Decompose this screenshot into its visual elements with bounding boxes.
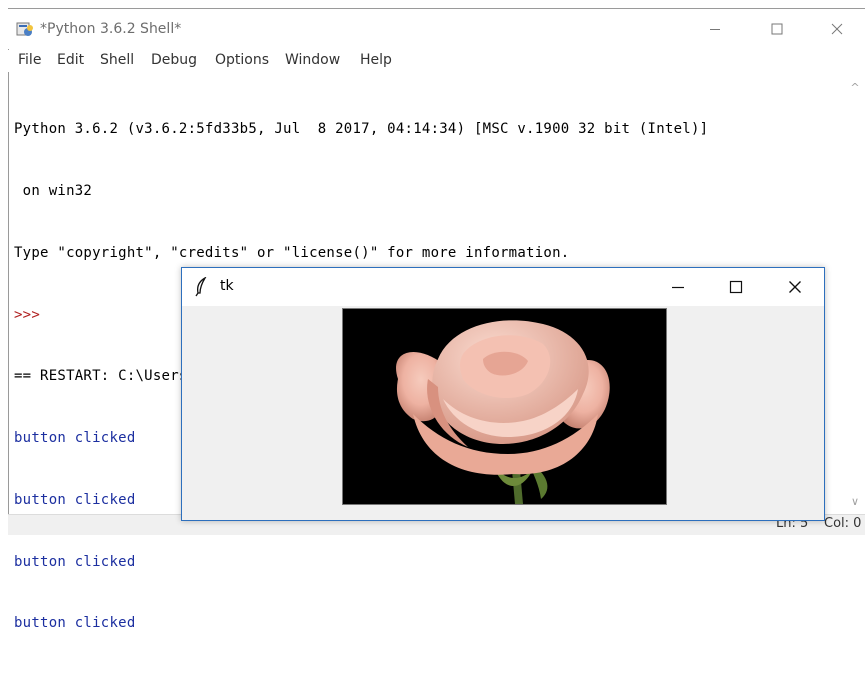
tk-close-button[interactable] xyxy=(772,273,818,301)
shell-line: Type "copyright", "credits" or "license(… xyxy=(14,244,570,261)
python-shell-icon xyxy=(16,22,33,36)
status-column-number: Col: 0 xyxy=(824,516,862,531)
scroll-down-arrow-icon[interactable]: ∨ xyxy=(846,492,864,510)
tk-feather-icon xyxy=(195,277,207,297)
menu-debug[interactable]: Debug xyxy=(151,52,197,68)
menu-edit[interactable]: Edit xyxy=(57,52,84,68)
tk-window-title: tk xyxy=(220,278,234,294)
maximize-icon xyxy=(771,23,783,35)
tk-minimize-button[interactable] xyxy=(655,273,701,301)
close-button[interactable] xyxy=(814,15,860,43)
maximize-button[interactable] xyxy=(754,15,800,43)
idle-window-title: *Python 3.6.2 Shell* xyxy=(40,21,182,37)
menu-window[interactable]: Window xyxy=(285,52,340,68)
close-icon xyxy=(831,23,843,35)
minimize-button[interactable] xyxy=(692,15,738,43)
idle-titlebar[interactable]: *Python 3.6.2 Shell* xyxy=(8,9,865,49)
scroll-up-arrow-icon[interactable]: ^ xyxy=(846,78,864,96)
menu-file[interactable]: File xyxy=(18,52,41,68)
menubar: File Edit Shell Debug Options Window Hel… xyxy=(8,50,865,72)
shell-output-line: button clicked xyxy=(14,553,136,570)
shell-output-line: button clicked xyxy=(14,615,136,632)
close-icon xyxy=(789,281,801,293)
minimize-icon xyxy=(672,286,684,289)
vertical-scrollbar[interactable]: ^ ∨ xyxy=(846,76,864,512)
maximize-icon xyxy=(729,280,743,294)
rose-image-button[interactable] xyxy=(342,308,667,505)
shell-line: Python 3.6.2 (v3.6.2:5fd33b5, Jul 8 2017… xyxy=(14,121,709,138)
tk-window[interactable]: tk xyxy=(181,267,825,521)
menu-help[interactable]: Help xyxy=(360,52,392,68)
tk-maximize-button[interactable] xyxy=(713,273,759,301)
tk-titlebar[interactable]: tk xyxy=(182,268,824,306)
rose-image xyxy=(343,309,666,504)
menu-options[interactable]: Options xyxy=(215,52,269,68)
minimize-icon xyxy=(710,29,720,30)
shell-line: on win32 xyxy=(14,182,93,199)
menu-shell[interactable]: Shell xyxy=(100,52,134,68)
